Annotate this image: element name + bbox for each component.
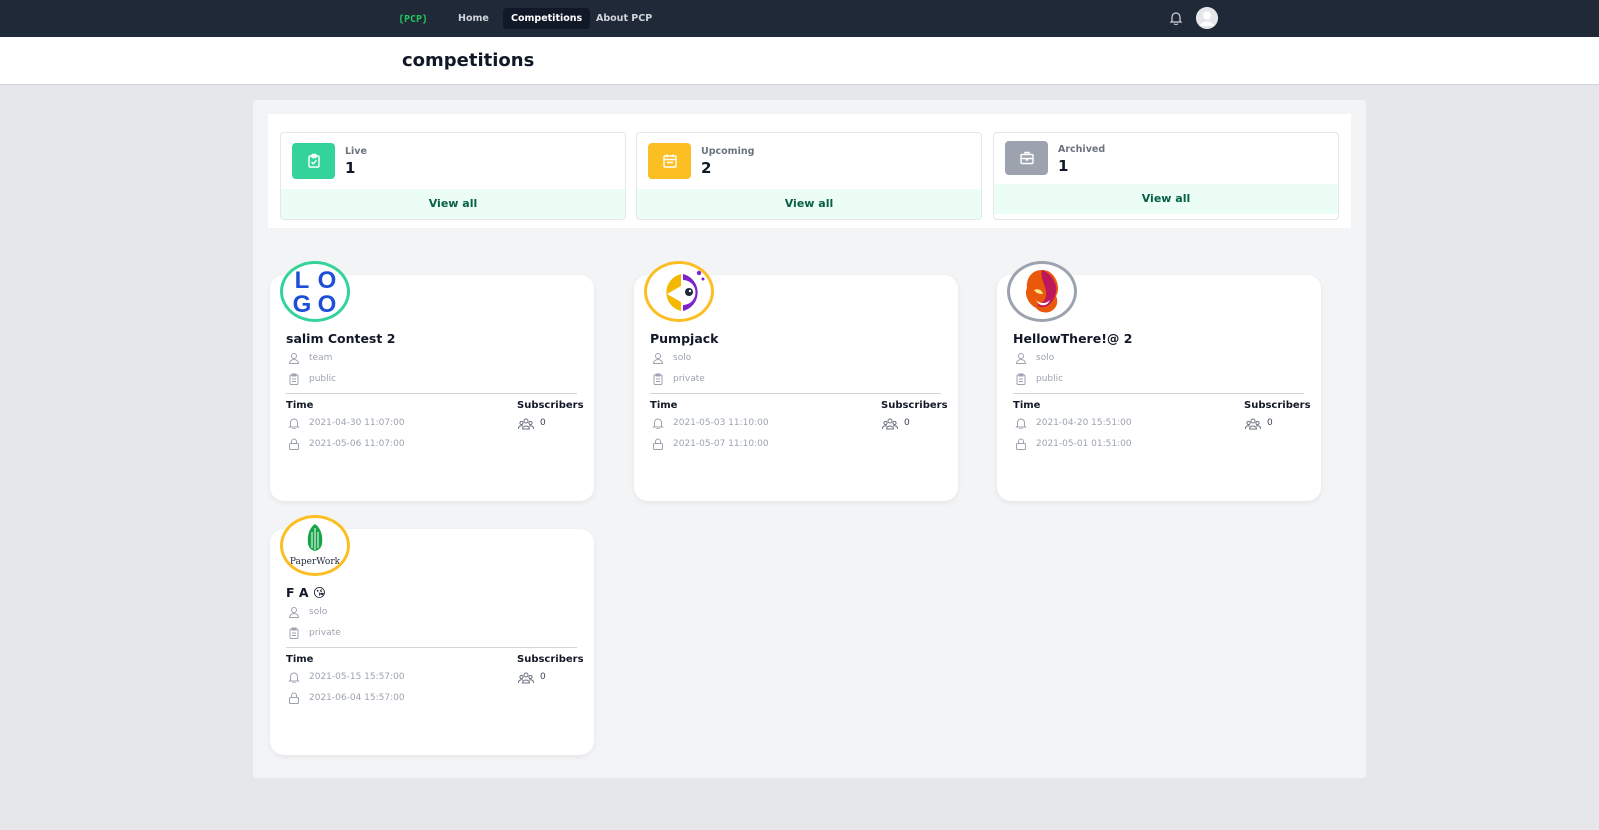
users-icon bbox=[518, 672, 534, 684]
stat-card-live: Live 1 View all bbox=[280, 132, 626, 220]
view-all-upcoming-button[interactable]: View all bbox=[637, 189, 981, 219]
subscribers-heading: Subscribers bbox=[517, 400, 584, 411]
users-icon bbox=[1245, 418, 1261, 430]
lock-icon bbox=[1016, 438, 1026, 450]
competition-title[interactable]: salim Contest 2 bbox=[286, 331, 395, 346]
competition-logo bbox=[1007, 261, 1077, 322]
page-header: competitions bbox=[0, 37, 1599, 85]
stat-label: Live bbox=[345, 146, 367, 157]
svg-text:PaperWork: PaperWork bbox=[290, 557, 341, 567]
clipboard-icon bbox=[653, 373, 663, 385]
time-heading: Time bbox=[650, 400, 678, 411]
users-icon bbox=[882, 418, 898, 430]
stat-label: Upcoming bbox=[701, 146, 755, 157]
subscribers-heading: Subscribers bbox=[1244, 400, 1311, 411]
nav-competitions-link[interactable]: Competitions bbox=[503, 8, 591, 29]
competition-title[interactable]: Pumpjack bbox=[650, 331, 718, 346]
nav-home-link[interactable]: Home bbox=[450, 8, 497, 29]
user-icon bbox=[652, 353, 664, 364]
stat-count: 1 bbox=[1058, 157, 1069, 175]
time-heading: Time bbox=[286, 400, 314, 411]
svg-text:G: G bbox=[293, 291, 312, 318]
stat-count: 2 bbox=[701, 159, 712, 177]
svg-text:{PCP}: {PCP} bbox=[400, 14, 426, 25]
nav-about-link[interactable]: About PCP bbox=[588, 8, 660, 29]
competition-title[interactable]: HellowThere!@ 2 bbox=[1013, 331, 1132, 346]
page-title: competitions bbox=[402, 50, 535, 71]
calendar-icon bbox=[648, 143, 691, 179]
divider bbox=[1013, 393, 1304, 394]
pcp-logo[interactable]: {PCP} bbox=[400, 9, 426, 27]
time-heading: Time bbox=[1013, 400, 1041, 411]
bell-icon bbox=[288, 672, 300, 683]
user-icon bbox=[288, 353, 300, 364]
clipboard-icon bbox=[289, 627, 299, 639]
user-avatar[interactable] bbox=[1196, 7, 1218, 29]
competition-title[interactable]: F A 😘 bbox=[286, 585, 326, 600]
competition-logo: L O G O bbox=[280, 261, 350, 322]
user-icon bbox=[1015, 353, 1027, 364]
divider bbox=[650, 393, 941, 394]
lock-icon bbox=[653, 438, 663, 450]
users-icon bbox=[518, 418, 534, 430]
briefcase-icon bbox=[1005, 141, 1048, 175]
bell-icon bbox=[1015, 418, 1027, 429]
clipboard-check-icon bbox=[292, 143, 335, 179]
stat-card-archived: Archived 1 View all bbox=[993, 132, 1339, 220]
bell-icon bbox=[288, 418, 300, 429]
user-icon bbox=[288, 607, 300, 618]
svg-text:L: L bbox=[295, 267, 310, 294]
subscribers-heading: Subscribers bbox=[881, 400, 948, 411]
divider bbox=[286, 647, 577, 648]
clipboard-icon bbox=[289, 373, 299, 385]
clipboard-icon bbox=[1016, 373, 1026, 385]
divider bbox=[286, 393, 577, 394]
subscribers-heading: Subscribers bbox=[517, 654, 584, 665]
notification-bell-icon[interactable] bbox=[1169, 11, 1183, 25]
view-all-archived-button[interactable]: View all bbox=[994, 184, 1338, 214]
top-navbar: {PCP} Home Competitions About PCP bbox=[0, 0, 1599, 37]
time-heading: Time bbox=[286, 654, 314, 665]
view-all-live-button[interactable]: View all bbox=[281, 189, 625, 219]
stat-label: Archived bbox=[1058, 144, 1106, 155]
lock-icon bbox=[289, 438, 299, 450]
competition-logo bbox=[644, 261, 714, 322]
lock-icon bbox=[289, 692, 299, 704]
stat-count: 1 bbox=[345, 159, 356, 177]
competition-logo: PaperWork bbox=[280, 515, 350, 576]
svg-text:O: O bbox=[318, 291, 337, 318]
bell-icon bbox=[652, 418, 664, 429]
svg-text:O: O bbox=[318, 267, 337, 294]
stat-card-upcoming: Upcoming 2 View all bbox=[636, 132, 982, 220]
